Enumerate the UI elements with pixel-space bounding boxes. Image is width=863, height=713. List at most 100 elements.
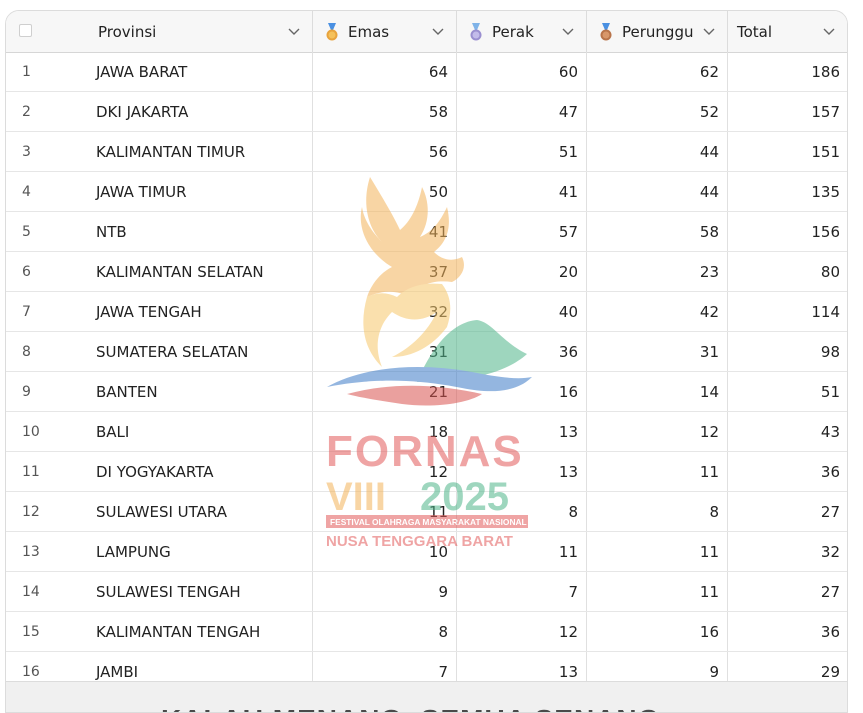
cell-emas: 8 [438,622,448,641]
cell-emas: 37 [428,262,448,281]
table-row[interactable]: 14 SULAWESI TENGAH 9 7 11 27 [6,572,847,612]
chevron-down-icon[interactable] [562,25,574,37]
chevron-down-icon[interactable] [432,25,444,37]
column-header-perak[interactable]: Perak [456,11,586,52]
row-index: 5 [22,223,31,240]
cell-emas: 12 [428,462,448,481]
table-row[interactable]: 2 DKI JAKARTA 58 47 52 157 [6,92,847,132]
row-index: 12 [22,503,40,520]
table-row[interactable]: 4 JAWA TIMUR 50 41 44 135 [6,172,847,212]
cell-provinsi: KALIMANTAN SELATAN [96,262,264,281]
column-header-perunggu-label: Perunggu [622,22,694,41]
cell-total: 114 [811,302,840,321]
table-row[interactable]: 3 KALIMANTAN TIMUR 56 51 44 151 [6,132,847,172]
table-row[interactable]: 5 NTB 41 57 58 156 [6,212,847,252]
cell-perak: 7 [568,582,578,601]
table-row[interactable]: 12 SULAWESI UTARA 11 8 8 27 [6,492,847,532]
cell-provinsi: JAWA TIMUR [96,182,187,201]
cell-perak: 20 [558,262,578,281]
row-index: 15 [22,623,40,640]
cell-total: 135 [811,182,840,201]
table-row[interactable]: 8 SUMATERA SELATAN 31 36 31 98 [6,332,847,372]
bronze-medal-icon [600,22,612,40]
cell-total: 186 [811,62,840,81]
cell-provinsi: LAMPUNG [96,542,171,561]
cell-emas: 58 [428,102,448,121]
cell-emas: 9 [438,582,448,601]
cell-perak: 11 [558,542,578,561]
table-row[interactable]: 6 KALIMANTAN SELATAN 37 20 23 80 [6,252,847,292]
cell-perunggu: 14 [699,382,719,401]
gold-medal-icon [326,22,338,40]
cell-perunggu: 8 [709,502,719,521]
column-header-total[interactable]: Total [727,11,847,52]
cell-total: 27 [820,502,840,521]
cell-perak: 36 [558,342,578,361]
cell-total: 43 [820,422,840,441]
row-index: 13 [22,543,40,560]
cell-provinsi: JAWA BARAT [96,62,188,81]
cell-perunggu: 42 [699,302,719,321]
column-header-provinsi[interactable]: Provinsi [98,11,312,52]
cell-provinsi: DI YOGYAKARTA [96,462,214,481]
cell-emas: 10 [428,542,448,561]
cell-emas: 50 [428,182,448,201]
cell-total: 51 [820,382,840,401]
cell-emas: 11 [428,502,448,521]
footer-banner: KALAU MENANG, SEMUA SENANG [6,681,847,712]
cell-total: 80 [820,262,840,281]
row-index: 2 [22,103,31,120]
table-row[interactable]: 15 KALIMANTAN TENGAH 8 12 16 36 [6,612,847,652]
column-header-total-label: Total [737,22,773,41]
select-all-checkbox[interactable] [19,24,32,37]
table-row[interactable]: 10 BALI 18 13 12 43 [6,412,847,452]
cell-perak: 40 [558,302,578,321]
cell-perunggu: 62 [699,62,719,81]
column-header-provinsi-label: Provinsi [98,22,157,41]
cell-provinsi: KALIMANTAN TIMUR [96,142,246,161]
table-row[interactable]: 1 JAWA BARAT 64 60 62 186 [6,52,847,92]
table-header: Provinsi Emas Perak Perunggu Total [6,11,847,53]
column-header-emas[interactable]: Emas [312,11,456,52]
table-row[interactable]: 7 JAWA TENGAH 32 40 42 114 [6,292,847,332]
table-row[interactable]: 9 BANTEN 21 16 14 51 [6,372,847,412]
cell-total: 157 [811,102,840,121]
row-index: 9 [22,383,31,400]
cell-perak: 16 [558,382,578,401]
cell-perunggu: 44 [699,182,719,201]
row-index: 14 [22,583,40,600]
cell-perak: 12 [558,622,578,641]
cell-perak: 51 [558,142,578,161]
row-index: 8 [22,343,31,360]
chevron-down-icon[interactable] [823,25,835,37]
cell-provinsi: SULAWESI TENGAH [96,582,241,601]
cell-perunggu: 58 [699,222,719,241]
cell-perak: 41 [558,182,578,201]
cell-total: 151 [811,142,840,161]
footer-slogan: KALAU MENANG, SEMUA SENANG [161,704,660,712]
chevron-down-icon[interactable] [703,25,715,37]
column-header-perunggu[interactable]: Perunggu [586,11,727,52]
cell-perunggu: 44 [699,142,719,161]
cell-provinsi: DKI JAKARTA [96,102,189,121]
cell-provinsi: SUMATERA SELATAN [96,342,249,361]
column-header-perak-label: Perak [492,22,534,41]
cell-perunggu: 11 [699,582,719,601]
cell-total: 156 [811,222,840,241]
cell-perak: 60 [558,62,578,81]
cell-perak: 13 [558,422,578,441]
row-index: 11 [22,463,40,480]
cell-emas: 18 [428,422,448,441]
cell-total: 36 [820,622,840,641]
cell-perak: 8 [568,502,578,521]
chevron-down-icon[interactable] [288,25,300,37]
row-index: 3 [22,143,31,160]
row-index: 6 [22,263,31,280]
cell-provinsi: JAWA TENGAH [96,302,202,321]
table-row[interactable]: 13 LAMPUNG 10 11 11 32 [6,532,847,572]
cell-total: 32 [820,542,840,561]
table-row[interactable]: 11 DI YOGYAKARTA 12 13 11 36 [6,452,847,492]
row-index: 4 [22,183,31,200]
cell-emas: 21 [428,382,448,401]
cell-perunggu: 52 [699,102,719,121]
